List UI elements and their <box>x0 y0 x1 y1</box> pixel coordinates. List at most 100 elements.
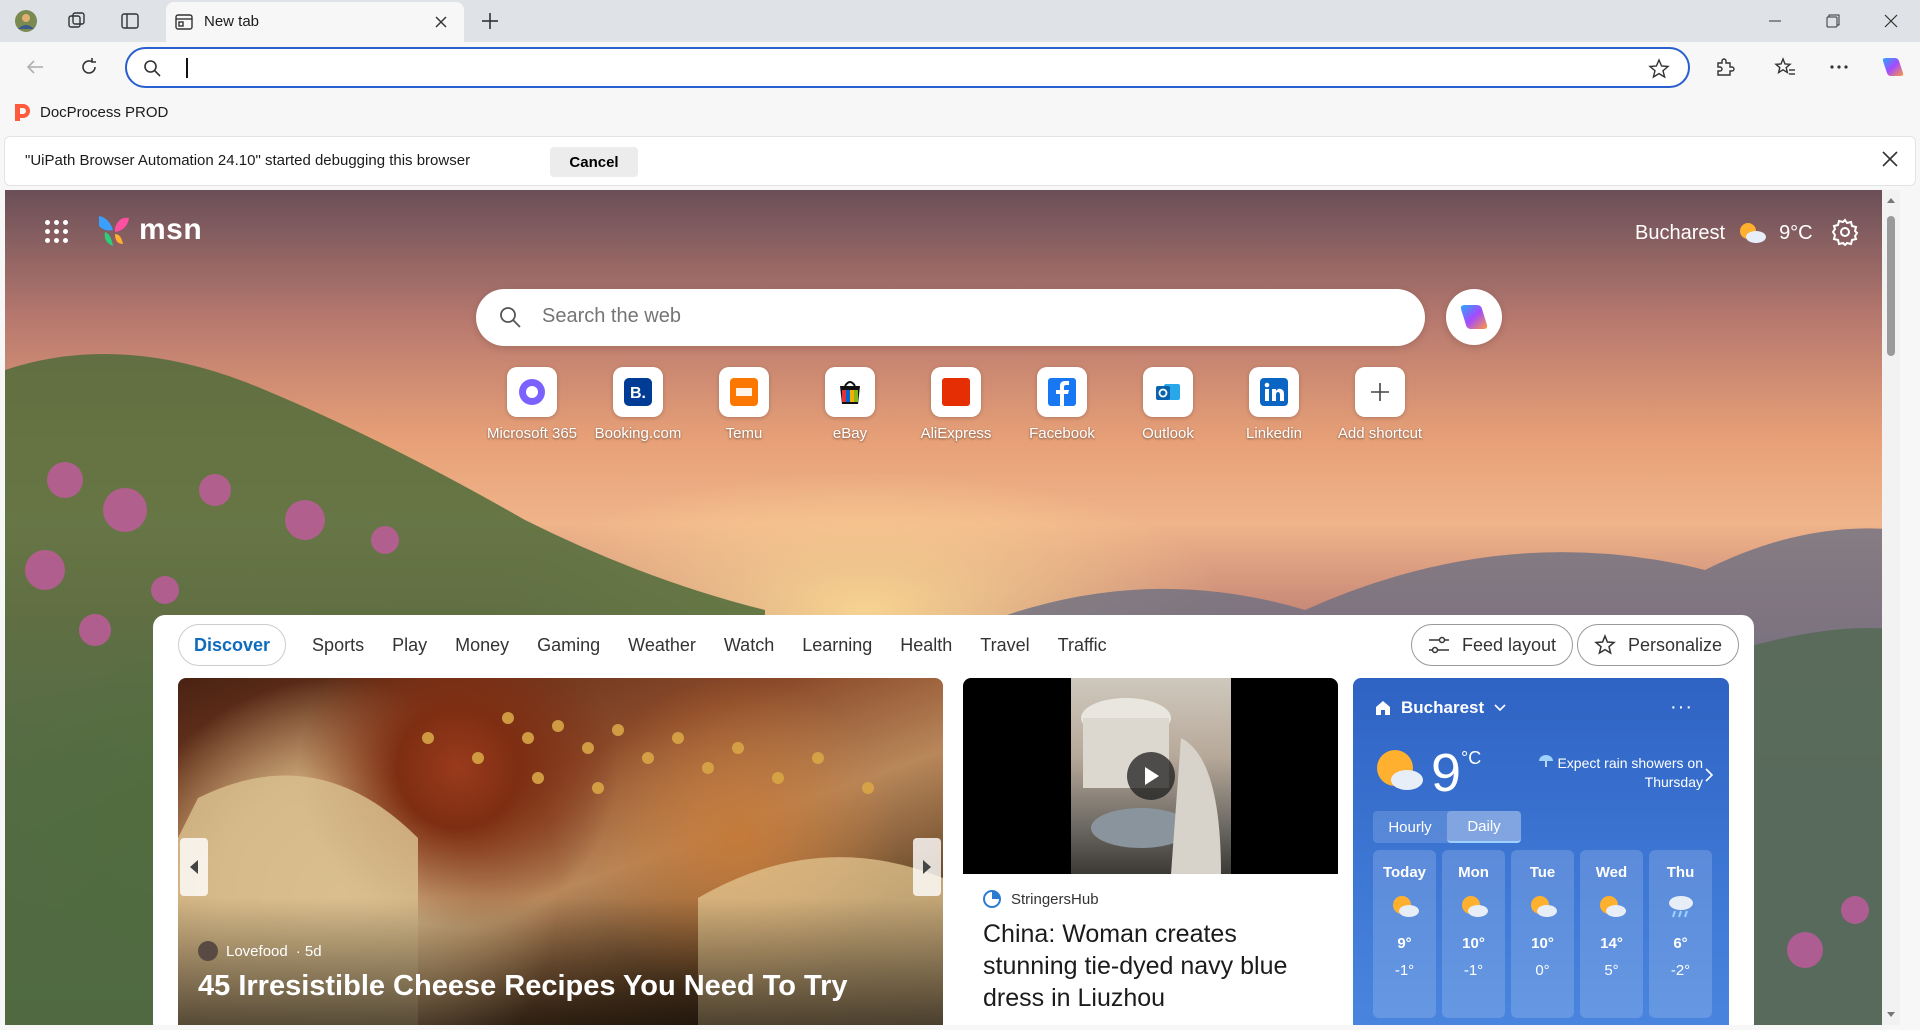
copilot-icon <box>1460 305 1488 329</box>
chevron-right-icon[interactable] <box>1705 768 1714 787</box>
forecast-high: 9° <box>1397 935 1412 952</box>
weather-location[interactable]: Bucharest <box>1375 698 1506 718</box>
new-tab-button[interactable] <box>478 9 502 33</box>
forecast-day[interactable]: Wed 14° 5° <box>1580 850 1643 1018</box>
aliexpress-icon <box>942 378 970 406</box>
forecast-low: -2° <box>1670 962 1691 979</box>
carousel-next-icon[interactable] <box>913 838 941 896</box>
favorite-label: DocProcess PROD <box>40 103 169 121</box>
forecast-day[interactable]: Mon 10° -1° <box>1442 850 1505 1018</box>
plus-icon <box>1371 383 1389 401</box>
close-tab-icon[interactable] <box>430 11 452 33</box>
stringershub-logo-icon <box>983 890 1001 908</box>
minimize-icon[interactable] <box>1746 0 1804 42</box>
umbrella-icon <box>1538 755 1553 767</box>
restore-icon[interactable] <box>1804 0 1862 42</box>
address-input[interactable] <box>183 55 1603 81</box>
linkedin-icon <box>1260 378 1288 406</box>
back-icon[interactable] <box>22 54 48 80</box>
scroll-thumb[interactable] <box>1887 216 1895 356</box>
tab-weather[interactable]: Weather <box>614 624 710 666</box>
tab-watch[interactable]: Watch <box>710 624 788 666</box>
video-title[interactable]: China: Woman creates stunning tie-dyed n… <box>983 918 1323 1014</box>
msn-logo[interactable]: msn <box>95 212 202 248</box>
lovefood-logo-icon <box>198 941 218 961</box>
tab-health[interactable]: Health <box>886 624 966 666</box>
tab-new-tab[interactable]: New tab <box>166 2 464 42</box>
shortcut-add[interactable]: Add shortcut <box>1327 367 1433 442</box>
forecast-high: 10° <box>1531 935 1554 952</box>
ebay-icon <box>840 381 860 404</box>
play-icon[interactable] <box>1127 752 1175 800</box>
app-launcher-icon[interactable] <box>45 220 68 243</box>
shortcut-linkedin[interactable]: Linkedin <box>1221 367 1327 442</box>
forecast-day[interactable]: Tue 10° 0° <box>1511 850 1574 1018</box>
vertical-tabs-icon[interactable] <box>118 9 142 33</box>
close-window-icon[interactable] <box>1862 0 1920 42</box>
sc-tile <box>719 367 769 417</box>
hero-title[interactable]: 45 Irresistible Cheese Recipes You Need … <box>198 970 848 1003</box>
tab-travel[interactable]: Travel <box>966 624 1043 666</box>
forecast-day[interactable]: Today 9° -1° <box>1373 850 1436 1018</box>
web-search-input[interactable] <box>542 305 1382 328</box>
copilot-icon[interactable] <box>1880 54 1906 80</box>
scroll-up-icon[interactable] <box>1882 194 1900 206</box>
video-article-card[interactable]: StringersHub China: Woman creates stunni… <box>963 678 1338 1025</box>
favorites-icon[interactable] <box>1772 54 1798 80</box>
address-bar[interactable] <box>125 47 1690 88</box>
hero-article-card[interactable]: Lovefood · 5d 45 Irresistible Cheese Rec… <box>178 678 943 1025</box>
favorite-star-icon[interactable] <box>1648 58 1670 85</box>
extensions-icon[interactable] <box>1712 54 1738 80</box>
weather-location-name: Bucharest <box>1401 698 1485 717</box>
docprocess-icon <box>15 104 30 121</box>
copilot-search-button[interactable] <box>1446 289 1502 345</box>
tab-traffic[interactable]: Traffic <box>1044 624 1121 666</box>
shortcut-aliexpress[interactable]: AliExpress <box>903 367 1009 442</box>
sc-tile: B. <box>613 367 663 417</box>
header-weather[interactable]: Bucharest 9°C <box>1635 220 1813 246</box>
microsoft-365-icon <box>519 379 545 405</box>
page-settings-icon[interactable] <box>1831 218 1859 251</box>
tab-gaming[interactable]: Gaming <box>523 624 614 666</box>
close-infobar-icon[interactable] <box>1881 150 1899 173</box>
forecast-day[interactable]: Thu 6° -2° <box>1649 850 1712 1018</box>
cancel-button[interactable]: Cancel <box>550 147 638 177</box>
favorite-docprocess[interactable]: DocProcess PROD <box>12 102 168 122</box>
feed-layout-button[interactable]: Feed layout <box>1411 624 1574 666</box>
tab-money[interactable]: Money <box>441 624 523 666</box>
carousel-prev-icon[interactable] <box>180 838 208 896</box>
weather-more-icon[interactable]: ··· <box>1670 696 1693 719</box>
personalize-button[interactable]: Personalize <box>1577 624 1740 666</box>
web-search-box[interactable] <box>476 289 1425 346</box>
forecast-day-name: Wed <box>1595 864 1628 881</box>
scroll-down-icon[interactable] <box>1882 1009 1900 1021</box>
shortcut-outlook[interactable]: Outlook <box>1115 367 1221 442</box>
tab-learning[interactable]: Learning <box>788 624 886 666</box>
video-thumbnail[interactable] <box>963 678 1338 874</box>
shortcut-booking[interactable]: B. Booking.com <box>585 367 691 442</box>
workspaces-icon[interactable] <box>65 9 89 33</box>
profile-avatar-icon[interactable] <box>14 9 38 33</box>
tab-sports[interactable]: Sports <box>298 624 378 666</box>
weather-alert[interactable]: Expect rain showers on Thursday <box>1513 754 1703 792</box>
weather-card[interactable]: Bucharest ··· 9 °C Expect rain showers o… <box>1353 678 1729 1025</box>
refresh-icon[interactable] <box>76 54 102 80</box>
shortcut-label: Linkedin <box>1246 425 1302 442</box>
shortcut-microsoft-365[interactable]: Microsoft 365 <box>479 367 585 442</box>
partly-sunny-icon <box>1530 896 1557 917</box>
feed-layout-label: Feed layout <box>1462 634 1557 655</box>
sc-tile <box>1037 367 1087 417</box>
forecast-day-name: Mon <box>1458 864 1489 881</box>
toggle-hourly[interactable]: Hourly <box>1373 811 1447 843</box>
header-temperature: 9°C <box>1779 221 1813 244</box>
page-scrollbar[interactable] <box>1882 190 1900 1025</box>
tab-discover[interactable]: Discover <box>178 624 287 666</box>
feed-tabs: Discover Sports Play Money Gaming Weathe… <box>178 624 1121 666</box>
shortcut-ebay[interactable]: eBay <box>797 367 903 442</box>
shortcut-facebook[interactable]: Facebook <box>1009 367 1115 442</box>
toggle-daily[interactable]: Daily <box>1447 811 1521 843</box>
shortcut-temu[interactable]: Temu <box>691 367 797 442</box>
facebook-icon <box>1048 378 1076 406</box>
more-options-icon[interactable] <box>1826 54 1852 80</box>
tab-play[interactable]: Play <box>378 624 441 666</box>
